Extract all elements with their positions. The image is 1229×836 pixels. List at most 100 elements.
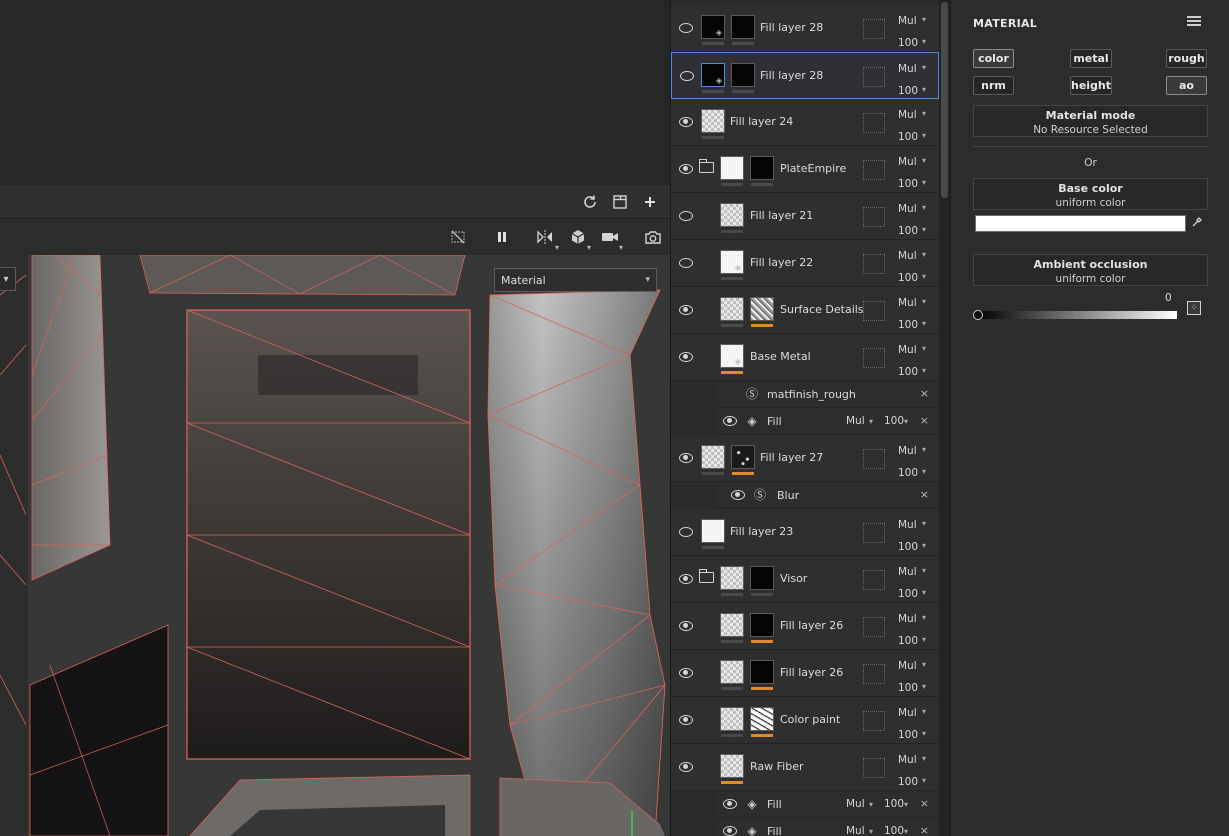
chevron-down-icon[interactable]: ▾ — [922, 566, 926, 575]
chevron-down-icon[interactable]: ▾ — [904, 417, 908, 426]
visibility-eye-icon[interactable] — [679, 715, 693, 725]
visibility-eye-icon[interactable] — [680, 71, 694, 81]
visibility-eye-icon[interactable] — [679, 117, 693, 127]
chevron-down-icon[interactable]: ▾ — [922, 754, 926, 763]
layer-item[interactable]: Fill layer 26 Mul ▾ 100 ▾ — [671, 603, 939, 650]
mask-thumbnail[interactable] — [750, 707, 774, 731]
layer-opacity[interactable]: 100 — [898, 319, 918, 331]
symmetry-caret-icon[interactable]: ▾ — [555, 243, 563, 252]
visibility-eye-icon[interactable] — [679, 574, 693, 584]
hide-uv-icon[interactable] — [448, 227, 468, 247]
mask-thumbnail[interactable] — [750, 566, 774, 590]
chevron-down-icon[interactable]: ▾ — [922, 445, 926, 454]
visibility-eye-icon[interactable] — [679, 453, 693, 463]
layer-mask-slot[interactable] — [863, 449, 885, 469]
layer-mask-slot[interactable] — [863, 160, 885, 180]
mask-thumbnail[interactable] — [750, 660, 774, 684]
visibility-eye-icon[interactable] — [679, 258, 693, 268]
blend-mode[interactable]: Mul — [898, 519, 917, 531]
chevron-down-icon[interactable]: ▾ — [922, 613, 926, 622]
layer-opacity[interactable]: 100 — [898, 588, 918, 600]
chevron-down-icon[interactable]: ▾ — [922, 225, 926, 234]
panel-toggle-icon[interactable] — [610, 192, 630, 212]
chevron-down-icon[interactable]: ▾ — [922, 319, 926, 328]
menu-icon[interactable] — [1187, 16, 1201, 28]
chevron-down-icon[interactable]: ▾ — [922, 203, 926, 212]
close-icon[interactable]: × — [920, 488, 929, 501]
chevron-down-icon[interactable]: ▾ — [904, 827, 908, 836]
chevron-down-icon[interactable]: ▾ — [904, 800, 908, 809]
layer-opacity[interactable]: 100 — [898, 366, 918, 378]
camera-video-icon[interactable] — [600, 227, 620, 247]
effect-filter-row[interactable]: Ⓢ Blur × — [717, 482, 939, 509]
ao-slider-handle[interactable] — [973, 310, 983, 320]
layer-opacity[interactable]: 100 — [898, 541, 918, 553]
ao-slider-track[interactable] — [977, 311, 1177, 319]
blend-mode[interactable]: Mul — [898, 297, 917, 309]
visibility-eye-icon[interactable] — [679, 164, 693, 174]
blend-mode[interactable]: Mul — [898, 109, 917, 121]
chevron-down-icon[interactable]: ▾ — [922, 541, 926, 550]
effect-filter-row[interactable]: Ⓢ matfinish_rough × — [717, 381, 939, 408]
visibility-eye-icon[interactable] — [679, 668, 693, 678]
chevron-down-icon[interactable]: ▾ — [922, 635, 926, 644]
chevron-down-icon[interactable]: ▾ — [869, 417, 873, 426]
layer-opacity[interactable]: 100 — [898, 178, 918, 190]
visibility-eye-icon[interactable] — [679, 352, 693, 362]
blend-mode[interactable]: Mul — [898, 707, 917, 719]
layer-item[interactable]: Raw Fiber Mul ▾ 100 ▾ — [671, 744, 939, 791]
mask-thumbnail[interactable] — [731, 445, 755, 469]
symmetry-icon[interactable] — [535, 227, 555, 247]
base-color-swatch[interactable] — [975, 215, 1186, 232]
screenshot-icon[interactable] — [643, 227, 663, 247]
channel-height-button[interactable]: height — [1070, 76, 1112, 95]
layer-mask-slot[interactable] — [863, 19, 885, 39]
layer-item[interactable]: Surface Details Mul ▾ 100 ▾ — [671, 287, 939, 334]
layer-opacity[interactable]: 100 — [898, 776, 918, 788]
layer-item[interactable]: ◈ Fill layer 22 Mul ▾ 100 ▾ — [671, 240, 939, 287]
material-mode-selector[interactable]: Material mode No Resource Selected — [973, 105, 1208, 137]
chevron-down-icon[interactable]: ▾ — [922, 156, 926, 165]
chevron-down-icon[interactable]: ▾ — [922, 63, 926, 72]
layer-opacity[interactable]: 100 — [898, 467, 918, 479]
layer-mask-slot[interactable] — [863, 348, 885, 368]
layer-mask-slot[interactable] — [863, 254, 885, 274]
layer-opacity[interactable]: 100 — [898, 37, 918, 49]
camera-caret-icon[interactable]: ▾ — [619, 243, 627, 252]
mask-thumbnail[interactable] — [750, 156, 774, 180]
chevron-down-icon[interactable]: ▾ — [922, 250, 926, 259]
layer-mask-slot[interactable] — [863, 570, 885, 590]
add-icon[interactable] — [640, 192, 660, 212]
blend-mode[interactable]: Mul — [898, 344, 917, 356]
blend-mode[interactable]: Mul — [898, 203, 917, 215]
layer-folder[interactable]: Visor Mul ▾ 100 ▾ — [671, 556, 939, 603]
chevron-down-icon[interactable]: ▾ — [922, 707, 926, 716]
channel-metal-button[interactable]: metal — [1070, 49, 1112, 68]
chevron-down-icon[interactable]: ▾ — [869, 800, 873, 809]
layer-mask-slot[interactable] — [863, 617, 885, 637]
mask-thumbnail[interactable] — [750, 613, 774, 637]
view-caret-icon[interactable]: ▾ — [587, 243, 595, 252]
layer-mask-slot[interactable] — [863, 67, 885, 87]
layer-opacity[interactable]: 100 — [898, 225, 918, 237]
layer-opacity[interactable]: 100 — [898, 729, 918, 741]
blend-mode[interactable]: Mul — [898, 250, 917, 262]
visibility-eye-icon[interactable] — [679, 23, 693, 33]
ao-amount-value[interactable]: 0 — [1165, 292, 1172, 304]
viewport-left-dropdown[interactable]: ▾ — [0, 267, 16, 291]
layer-opacity[interactable]: 100 — [898, 85, 918, 97]
layer-mask-slot[interactable] — [863, 113, 885, 133]
channel-rough-button[interactable]: rough — [1166, 49, 1207, 68]
visibility-eye-icon[interactable] — [723, 416, 737, 426]
close-icon[interactable]: × — [920, 387, 929, 400]
uv-viewport[interactable]: ▾ Material ▾ — [0, 255, 670, 836]
layer-mask-slot[interactable] — [863, 523, 885, 543]
pause-icon[interactable] — [492, 227, 512, 247]
layer-item[interactable]: Fill layer 26 Mul ▾ 100 ▾ — [671, 650, 939, 697]
layer-item[interactable]: Color paint Mul ▾ 100 ▾ — [671, 697, 939, 744]
layer-mask-slot[interactable] — [863, 301, 885, 321]
chevron-down-icon[interactable]: ▾ — [922, 297, 926, 306]
layer-opacity[interactable]: 100 — [898, 682, 918, 694]
chevron-down-icon[interactable]: ▾ — [922, 660, 926, 669]
visibility-eye-icon[interactable] — [679, 305, 693, 315]
